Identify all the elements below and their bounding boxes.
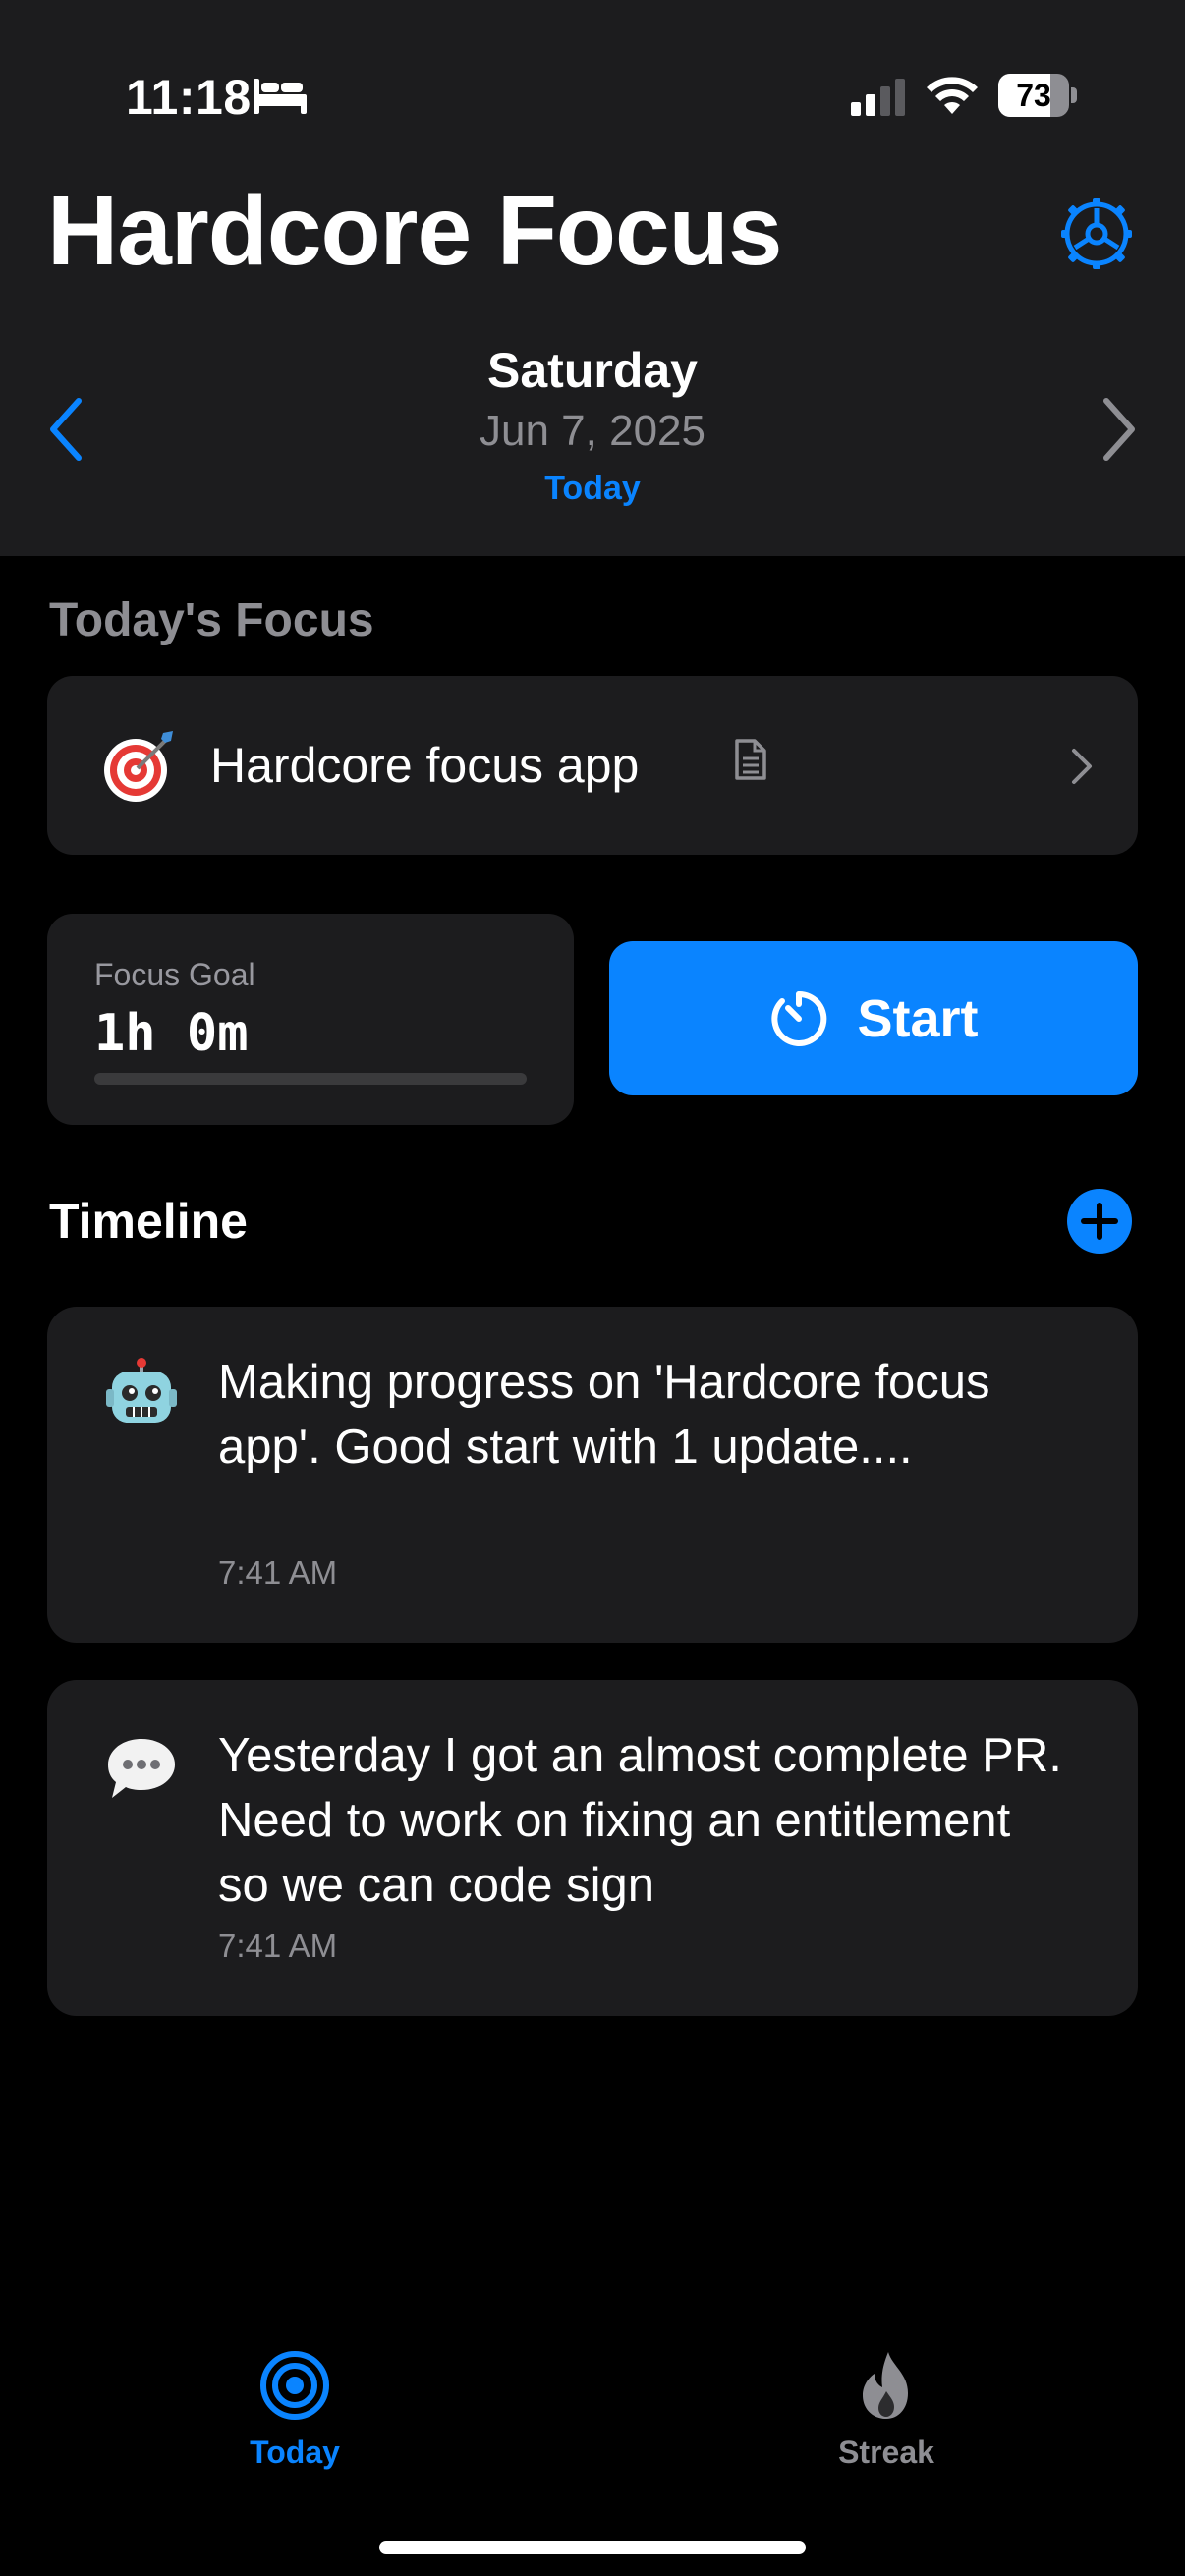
focus-card[interactable]: Hardcore focus app [47,676,1138,855]
document-icon [735,739,766,780]
timeline-heading: Timeline [49,1194,248,1249]
timeline-entry-time: 7:41 AM [218,1554,338,1591]
home-indicator[interactable] [379,2541,806,2554]
target-emoji-icon [104,731,173,802]
focus-goal-card[interactable]: Focus Goal 1h 0m [47,914,574,1125]
start-button-label: Start [857,988,979,1048]
cellular-signal-icon [851,79,905,116]
focus-goal-label: Focus Goal [94,957,255,992]
status-bar: 11:18 73 [0,0,1185,187]
bed-icon [254,79,307,114]
timer-icon [771,990,827,1046]
tab-bar: Today Streak [0,2309,1185,2576]
timeline-entry[interactable]: Yesterday I got an almost complete PR. N… [47,1680,1138,2016]
today-link[interactable]: Today [0,470,1185,508]
chevron-right-icon[interactable] [1099,395,1138,464]
status-time: 11:18 [126,70,252,125]
robot-emoji-icon [106,1358,177,1423]
battery-level: 73 [1016,78,1051,113]
timeline-entry[interactable]: Making progress on 'Hardcore focus app'.… [47,1307,1138,1643]
todays-focus-heading: Today's Focus [49,594,374,646]
timeline-entry-time: 7:41 AM [218,1928,338,1964]
tab-streak[interactable]: Streak [739,2348,1034,2505]
date-navigator: Saturday Jun 7, 2025 Today [0,334,1185,531]
add-entry-button[interactable] [1067,1189,1132,1254]
battery-indicator: 73 [998,74,1077,117]
wifi-icon [927,77,978,114]
speech-bubble-emoji-icon [108,1739,175,1798]
tab-today[interactable]: Today [147,2348,442,2505]
timeline-entry-text: Yesterday I got an almost complete PR. N… [218,1729,1062,1912]
tab-today-label: Today [250,2435,340,2470]
date-label: Jun 7, 2025 [480,407,705,455]
header: 11:18 73 Hardcore Focus Saturday Jun 7, … [0,0,1185,556]
gear-icon[interactable] [1059,196,1134,271]
target-icon [260,2351,329,2420]
page-title: Hardcore Focus [47,176,782,286]
start-button[interactable]: Start [609,941,1138,1095]
flame-icon [863,2352,908,2419]
focus-goal-value: 1h 0m [94,1004,249,1063]
focus-title: Hardcore focus app [210,738,640,793]
focus-goal-progress-bar [94,1073,527,1085]
tab-streak-label: Streak [838,2435,934,2470]
chevron-right-icon [1072,749,1092,784]
app-root: 11:18 73 Hardcore Focus Saturday Jun 7, … [0,0,1185,2576]
timeline-entry-text: Making progress on 'Hardcore focus app'.… [218,1356,990,1474]
day-name: Saturday [487,343,698,398]
